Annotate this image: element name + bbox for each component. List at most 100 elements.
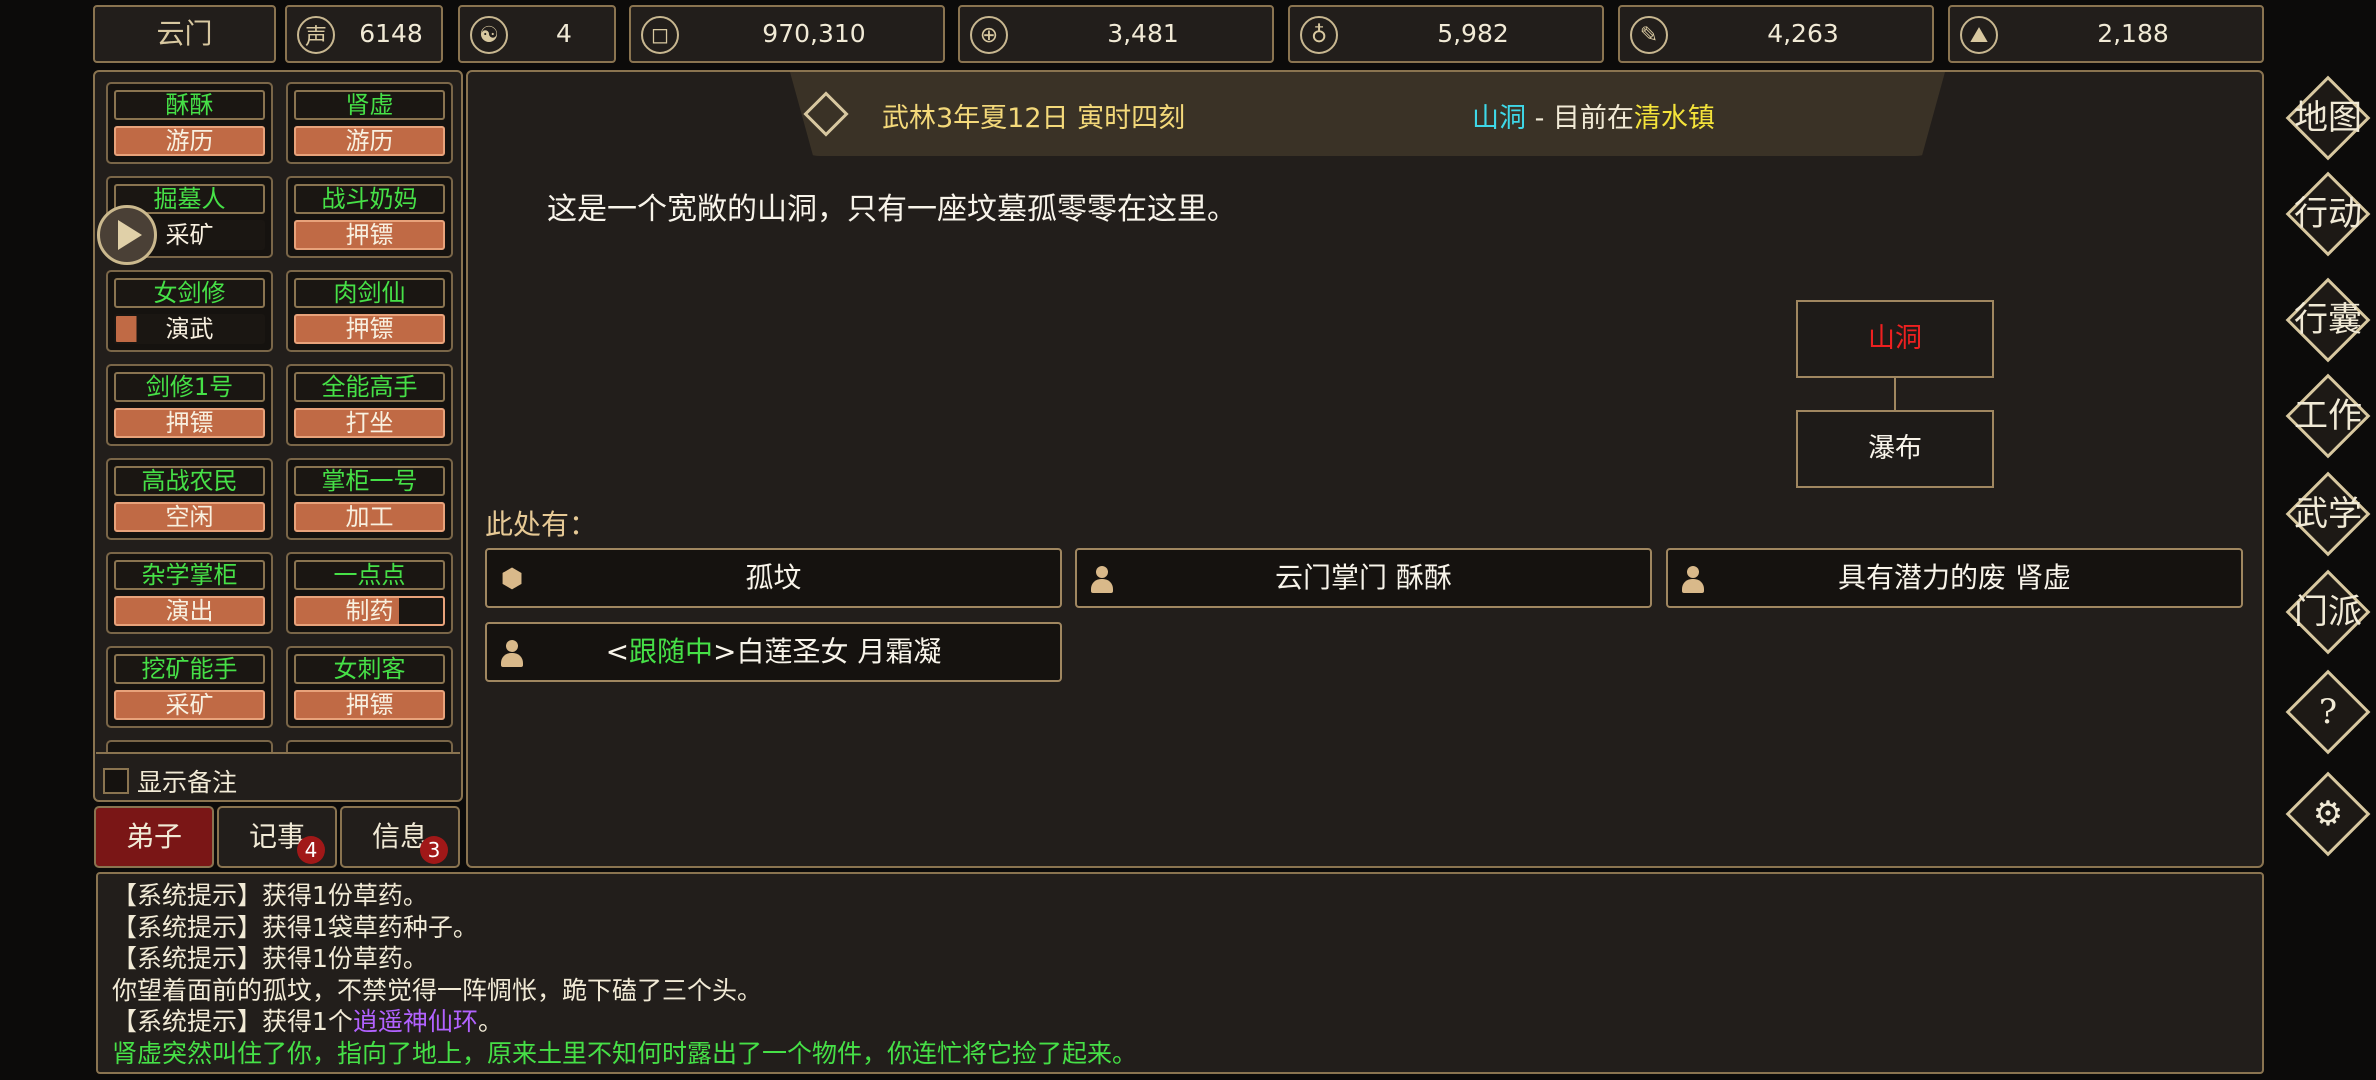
tab-journal[interactable]: 记事 4 [217,806,337,868]
box-icon: ⬢ [500,564,524,594]
object-label: 云门掌门 酥酥 [1275,561,1452,594]
disciple-name: 全能高手 [294,372,445,402]
object-label: 具有潜力的废 肾虚 [1838,561,2071,594]
show-notes-toggle[interactable]: 显示备注 [103,763,237,799]
medicine-counter[interactable]: ♁ 5,982 [1288,5,1604,63]
disciple-activity: 押镖 [114,408,265,438]
disciple-activity: 制药 [294,596,445,626]
disciple-activity: 打坐 [294,408,445,438]
disciple-activity: 演武 [114,314,265,344]
person-icon [1678,564,1708,594]
disciple-card[interactable]: 杂学掌柜 演出 [106,552,273,634]
map-node-current[interactable]: 山洞 [1796,300,1994,378]
location-name: 山洞 [1472,103,1526,134]
date-bar: 武林3年夏12日 寅时四刻 [790,72,1945,156]
reputation-icon: 声 [297,16,335,54]
show-notes-label: 显示备注 [137,768,238,797]
menu-bag-button[interactable]: 行囊 [2284,276,2372,364]
disciple-name: 挖矿能手 [114,654,265,684]
wood-value: 4,263 [1767,19,1839,48]
log-line: 【系统提示】获得1份草药。 [112,944,428,973]
disciple-activity: 游历 [294,126,445,156]
log-text: 【系统提示】获得1个 [112,1007,353,1036]
show-notes-checkbox[interactable] [103,768,129,794]
location-label: 山洞 - 目前在清水镇 [1472,96,1715,135]
scroll-icon: ✎ [1630,16,1668,54]
messages-badge: 3 [420,836,448,864]
settings-button[interactable]: ⚙ [2284,770,2372,858]
object-person-button[interactable]: 具有潜力的废 肾虚 [1666,548,2243,608]
disciple-card[interactable]: 战斗奶妈 押镖 [286,176,453,258]
disciple-name: 女刺客 [294,654,445,684]
disciple-name: 掌柜一号 [294,466,445,496]
person-icon [497,638,527,668]
follower-name: 白莲圣女 月霜凝 [736,635,942,668]
menu-action-button[interactable]: 行动 [2284,170,2372,258]
menu-label: 门派 [2294,592,2362,632]
follower-button[interactable]: <跟随中>白莲圣女 月霜凝 [485,622,1062,682]
disciple-card[interactable]: 女刺客 押镖 [286,646,453,728]
menu-label: 武学 [2294,494,2362,534]
help-button[interactable]: ? [2284,668,2372,756]
disciple-card[interactable]: 一点点 制药 [286,552,453,634]
game-date: 武林3年夏12日 寅时四刻 [882,103,1186,134]
disciple-card[interactable]: 女剑修 演武 [106,270,273,352]
disciple-card[interactable]: 肉剑仙 押镖 [286,270,453,352]
disciple-activity: 加工 [294,502,445,532]
disciple-activity: 押镖 [294,690,445,720]
object-person-button[interactable]: 云门掌门 酥酥 [1075,548,1652,608]
menu-label: 工作 [2294,396,2362,436]
disciple-name: 肉剑仙 [294,278,445,308]
object-label: 孤坟 [745,561,802,594]
compass-icon [803,91,849,137]
map-node-current-label: 山洞 [1868,323,1922,354]
log-line: 肾虚突然叫住了你，指向了地上，原来土里不知何时露出了一个物件，你连忙将它捡了起来… [112,1038,1138,1068]
menu-map-button[interactable]: 地图 [2284,74,2372,162]
food-value: 3,481 [1107,19,1179,48]
log-item-link[interactable]: 逍遥神仙环 [353,1007,478,1036]
disciple-card[interactable]: 酥酥 游历 [106,82,273,164]
reputation-counter[interactable]: 声 6148 [285,5,443,63]
here-label: 此处有： [485,508,598,541]
disciple-activity: 押镖 [294,220,445,250]
disciple-card[interactable]: 挖矿能手 采矿 [106,646,273,728]
yin-yang-counter[interactable]: ☯ 4 [458,5,616,63]
medicine-value: 5,982 [1437,19,1509,48]
ore-counter[interactable]: ⛰ 2,188 [1948,5,2264,63]
disciple-name: 剑修1号 [114,372,265,402]
disciple-name: 高战农民 [114,466,265,496]
disciple-card[interactable]: 高战农民 空闲 [106,458,273,540]
disciple-card[interactable]: 全能高手 打坐 [286,364,453,446]
menu-label: 行囊 [2294,300,2362,340]
disciple-card[interactable]: 肾虚 游历 [286,82,453,164]
ore-value: 2,188 [2097,19,2169,48]
tab-disciples[interactable]: 弟子 [94,806,214,868]
log-line: 你望着面前的孤坟，不禁觉得一阵惆怅，跪下磕了三个头。 [112,975,763,1005]
disciple-activity: 押镖 [294,314,445,344]
disciple-name: 杂学掌柜 [114,560,265,590]
tab-messages[interactable]: 信息 3 [340,806,460,868]
menu-martial-button[interactable]: 武学 [2284,470,2372,558]
disciple-card[interactable]: 剑修1号押镖 [106,364,273,446]
money-value: 970,310 [762,19,866,48]
menu-work-button[interactable]: 工作 [2284,372,2372,460]
log-line: 【系统提示】获得1个逍遥神仙环。 [112,1006,2248,1038]
map-node-exit[interactable]: 瀑布 [1796,410,1994,488]
disciple-name: 战斗奶妈 [294,184,445,214]
follower-status: 跟随中 [629,635,714,668]
disciple-activity: 空闲 [114,502,265,532]
money-counter[interactable]: ◻ 970,310 [629,5,945,63]
wood-counter[interactable]: ✎ 4,263 [1618,5,1934,63]
play-button[interactable] [97,205,157,265]
disciple-list[interactable]: 酥酥 游历 肾虚 游历 掘墓人 采矿 战斗奶妈 押镖 女剑修 演武 肉剑仙 押镖 剑修1号押… [96,74,458,754]
sect-name-button[interactable]: 云门 [93,5,276,63]
food-counter[interactable]: ⊕ 3,481 [958,5,1274,63]
message-log[interactable]: 【系统提示】获得1份草药。 【系统提示】获得1袋草药种子。 【系统提示】获得1份… [96,872,2264,1074]
object-grave-button[interactable]: ⬢ 孤坟 [485,548,1062,608]
play-icon [118,220,142,250]
menu-sect-button[interactable]: 门派 [2284,568,2372,656]
disciple-name: 女剑修 [114,278,265,308]
disciple-card[interactable]: 掌柜一号 加工 [286,458,453,540]
town-name: 清水镇 [1633,103,1715,134]
ore-icon: ⛰ [1960,16,1998,54]
